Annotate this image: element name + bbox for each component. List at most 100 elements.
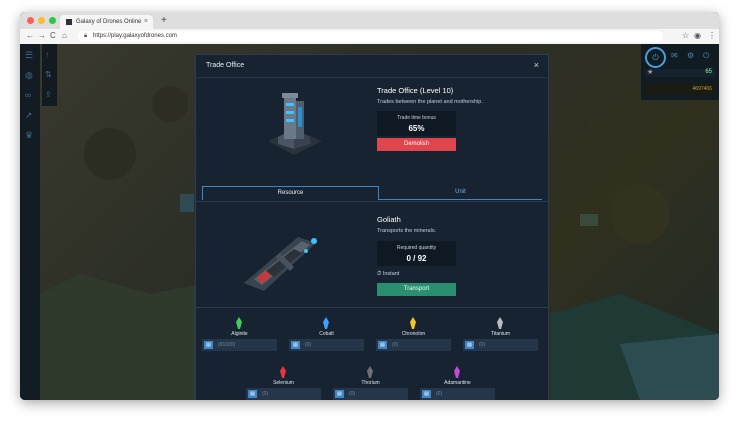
instant-indicator: ⏱ Instant bbox=[377, 271, 399, 278]
forward-button[interactable]: → bbox=[38, 31, 46, 40]
back-button[interactable]: ← bbox=[26, 31, 34, 40]
bonus-value: 65% bbox=[408, 124, 425, 133]
logout-icon[interactable]: ⏻ bbox=[703, 51, 709, 61]
url-text: https://play.galaxyofdrones.com bbox=[93, 33, 177, 39]
alginite-crystal-icon bbox=[236, 317, 242, 329]
chronoton-crystal-icon bbox=[410, 317, 416, 329]
resource-cobalt: Cobalt ▤ (0) bbox=[289, 317, 364, 363]
level-value: 65 bbox=[705, 69, 712, 75]
resource-placeholder: (0) bbox=[305, 342, 312, 348]
mail-icon[interactable]: ✉ bbox=[671, 51, 678, 60]
unit-description: Transports the minerals. bbox=[377, 228, 437, 234]
resource-name: Thorium bbox=[361, 380, 380, 386]
url-field[interactable]: 🔒︎ https://play.galaxyofdrones.com bbox=[78, 31, 663, 42]
up-arrow-icon[interactable]: ↑ bbox=[45, 50, 49, 59]
tab-resource[interactable]: Resource bbox=[202, 186, 379, 200]
secondary-sidebar: ↑ ⇅ ⇪ bbox=[42, 44, 57, 106]
fill-max-icon[interactable]: ▤ bbox=[248, 390, 257, 398]
resource-placeholder: (0) bbox=[349, 391, 356, 397]
favicon-icon bbox=[66, 19, 72, 25]
resource-alginite: Alginite ▤ (81000) bbox=[202, 317, 277, 363]
gold-value: 4697406 bbox=[692, 86, 712, 92]
modal-header: Trade Office × bbox=[196, 55, 548, 78]
reload-button[interactable]: C bbox=[50, 31, 56, 40]
bookmark-star-icon[interactable]: ☆ bbox=[682, 31, 689, 40]
divider bbox=[196, 201, 548, 202]
trade-office-modal: Trade Office × Trade Office (Level 10) T… bbox=[195, 54, 549, 400]
resource-name: Adamantine bbox=[444, 380, 471, 386]
trade-time-bonus-box: Trade time bonus 65% bbox=[377, 111, 456, 136]
tab-unit[interactable]: Unit bbox=[379, 186, 542, 200]
trade-office-building-image bbox=[268, 93, 322, 155]
close-window-dot[interactable] bbox=[27, 17, 34, 24]
resource-quantity-input[interactable]: ▤ (81000) bbox=[202, 339, 277, 351]
resource-name: Selenium bbox=[273, 380, 294, 386]
fill-max-icon[interactable]: ▤ bbox=[465, 341, 474, 349]
fill-max-icon[interactable]: ▤ bbox=[422, 390, 431, 398]
resource-quantity-input[interactable]: ▤ (0) bbox=[289, 339, 364, 351]
unit-name: Goliath bbox=[377, 215, 401, 224]
left-sidebar: ☰ ◍ ∞ ➚ ♛ bbox=[20, 44, 40, 400]
gear-icon[interactable]: ⚙ bbox=[687, 51, 694, 60]
resource-chronoton: Chronoton ▤ (0) bbox=[376, 317, 451, 363]
maximize-window-dot[interactable] bbox=[49, 17, 56, 24]
resource-name: Alginite bbox=[231, 331, 248, 337]
modal-title: Trade Office bbox=[206, 62, 245, 69]
gold-bar: 4697406 bbox=[645, 84, 715, 94]
demolish-button[interactable]: Demolish bbox=[377, 138, 456, 151]
resource-selenium: Selenium ▤ (0) bbox=[246, 366, 321, 400]
thorium-crystal-icon bbox=[367, 366, 373, 378]
browser-window: Galaxy of Drones Online × + ← → C ⌂ 🔒︎ h… bbox=[20, 12, 719, 400]
instant-label: Instant bbox=[382, 271, 400, 277]
level-star-icon: ★ bbox=[647, 69, 654, 76]
fill-max-icon[interactable]: ▤ bbox=[378, 341, 387, 349]
required-label: Required quantity bbox=[396, 245, 437, 251]
tab-close-icon[interactable]: × bbox=[144, 18, 148, 25]
trophy-icon[interactable]: ♛ bbox=[25, 130, 33, 141]
sort-icon[interactable]: ⇅ bbox=[45, 70, 52, 79]
game-viewport: ☰ ◍ ∞ ➚ ♛ ↑ ⇅ ⇪ ⏻ ✉ ⚙ ⏻ ★ 65 4697406 Tra… bbox=[20, 44, 719, 400]
goliath-ship-image bbox=[244, 237, 317, 291]
fill-max-icon[interactable]: ▤ bbox=[204, 341, 213, 349]
rocket-icon[interactable]: ➚ bbox=[25, 110, 33, 121]
resource-placeholder: (0) bbox=[392, 342, 399, 348]
resource-quantity-input[interactable]: ▤ (0) bbox=[246, 388, 321, 400]
power-icon[interactable]: ⏻ bbox=[645, 47, 666, 68]
tab-title: Galaxy of Drones Online bbox=[76, 19, 142, 25]
link-icon[interactable]: ∞ bbox=[25, 90, 31, 100]
resource-quantity-input[interactable]: ▤ (0) bbox=[420, 388, 495, 400]
resource-quantity-input[interactable]: ▤ (0) bbox=[463, 339, 538, 351]
minimize-window-dot[interactable] bbox=[38, 17, 45, 24]
adamantine-crystal-icon bbox=[454, 366, 460, 378]
resource-quantity-input[interactable]: ▤ (0) bbox=[376, 339, 451, 351]
resource-placeholder: (0) bbox=[479, 342, 486, 348]
divider bbox=[196, 307, 548, 308]
fill-max-icon[interactable]: ▤ bbox=[335, 390, 344, 398]
resource-titanium: Titanium ▤ (0) bbox=[463, 317, 538, 363]
transport-button[interactable]: Transport bbox=[377, 283, 456, 296]
account-icon[interactable]: ◉ bbox=[694, 31, 701, 40]
fill-max-icon[interactable]: ▤ bbox=[291, 341, 300, 349]
building-description: Trades between the planet and mothership… bbox=[377, 99, 483, 105]
selenium-crystal-icon bbox=[280, 366, 286, 378]
browser-menu-icon[interactable]: ⋮ bbox=[708, 31, 716, 40]
bonus-label: Trade time bonus bbox=[397, 115, 436, 121]
home-button[interactable]: ⌂ bbox=[62, 31, 67, 40]
resource-placeholder: (0) bbox=[262, 391, 269, 397]
clock-icon: ⏱ bbox=[377, 271, 382, 277]
resource-name: Titanium bbox=[491, 331, 510, 337]
hud-panel: ⏻ ✉ ⚙ ⏻ ★ 65 4697406 bbox=[641, 44, 719, 100]
resource-quantity-input[interactable]: ▤ (0) bbox=[333, 388, 408, 400]
browser-tab[interactable]: Galaxy of Drones Online × bbox=[60, 15, 153, 29]
tab-bar: Galaxy of Drones Online × + bbox=[20, 12, 719, 29]
new-tab-button[interactable]: + bbox=[161, 15, 167, 26]
experience-bar: ★ 65 bbox=[645, 69, 715, 77]
resource-placeholder: (0) bbox=[436, 391, 443, 397]
globe-icon[interactable]: ◍ bbox=[25, 70, 33, 81]
upload-icon[interactable]: ⇪ bbox=[45, 90, 52, 99]
cobalt-crystal-icon bbox=[323, 317, 329, 329]
resource-name: Chronoton bbox=[401, 331, 426, 337]
resource-name: Cobalt bbox=[319, 331, 334, 337]
menu-icon[interactable]: ☰ bbox=[25, 50, 33, 61]
modal-close-icon[interactable]: × bbox=[534, 60, 539, 70]
